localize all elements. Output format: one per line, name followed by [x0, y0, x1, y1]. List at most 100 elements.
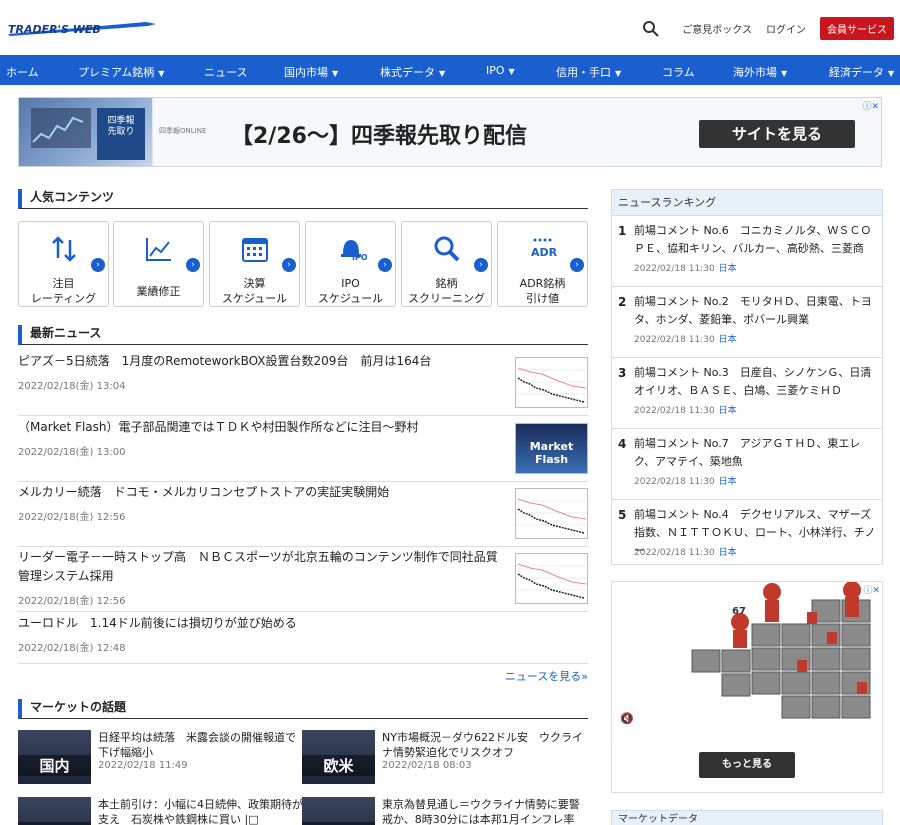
rank-date: 2022/02/18 11:30 [634, 335, 715, 345]
news-title[interactable]: メルカリー続落 ドコモ・メルカリコンセプトストアの実証実験開始 [18, 483, 503, 502]
nav-item-label: 経済データ [829, 66, 884, 79]
chevron-down-icon: ▼ [332, 69, 339, 78]
rank-category[interactable]: 日本 [719, 406, 737, 416]
topic-tag: 欧米 [302, 755, 375, 776]
chevron-down-icon: ▼ [158, 69, 165, 78]
news-item[interactable]: メルカリー続落 ドコモ・メルカリコンセプトストアの実証実験開始 2022/02/1… [18, 483, 588, 547]
rank-date: 2022/02/18 11:30 [634, 548, 715, 558]
rank-date: 2022/02/18 11:30 [634, 406, 715, 416]
mute-icon[interactable]: 🔇 [620, 712, 634, 725]
news-item[interactable]: リーダー電子－一時ストップ高 ＮＢＣスポーツが北京五輪のコンテンツ制作で同社品質… [18, 548, 588, 612]
ipo-bell-icon: IPO [335, 234, 368, 264]
banner-book: 四季報 先取り [97, 108, 145, 160]
nav-item-label: IPO [486, 64, 505, 77]
rank-date-line: 2022/02/18 11:30 日本 [634, 261, 737, 274]
popular-tile-3[interactable]: IPO IPO スケジュール › [305, 221, 396, 307]
topic-item[interactable]: 国内 日経平均は続落 米露会談の開催報道で下げ幅縮小 2022/02/18 11:4… [18, 730, 303, 788]
topic-title[interactable]: 本土前引け：小幅に4日続伸、政策期待が支え 石炭株や鉄鋼株に買い |□ [98, 797, 303, 825]
login-link[interactable]: ログイン [766, 21, 806, 36]
news-item[interactable]: （Market Flash）電子部品関連ではＴＤＫや村田製作所などに注目～野村 2… [18, 418, 588, 482]
feedback-link[interactable]: ご意見ボックス [682, 21, 752, 36]
rank-category[interactable]: 日本 [719, 264, 737, 274]
topic-image: 欧米 [302, 730, 375, 784]
news-title[interactable]: ピアズ－5日続落 1月度のRemoteworkBOX設置台数209台 前月は16… [18, 352, 503, 371]
banner-cta-button[interactable]: サイトを見る [699, 120, 855, 148]
popular-tile-0[interactable]: 注目 レーティング › [18, 221, 109, 307]
nav-item-1[interactable]: プレミアム銘柄 ▼ [78, 64, 164, 80]
topic-title[interactable]: 東京為替見通し＝ウクライナ情勢に要警戒か、8時30分には本邦1月インフレ率 [382, 797, 587, 825]
rank-date: 2022/02/18 11:30 [634, 477, 715, 487]
svg-text:67: 67 [732, 606, 746, 617]
rank-title[interactable]: 前場コメント No.7 アジアＧＴＨＤ、東エレク、アマテイ、築地魚 [634, 435, 876, 471]
nav-item-4[interactable]: 株式データ ▼ [380, 64, 445, 80]
side-ad[interactable]: 67 🔇 もっと見る ⓘ✕ [611, 581, 883, 793]
chevron-down-icon: ▼ [888, 69, 895, 78]
nav-item-8[interactable]: 海外市場 ▼ [733, 64, 787, 80]
ad-close-icon[interactable]: ⓘ✕ [863, 583, 880, 596]
chevron-down-icon: ▼ [781, 69, 788, 78]
topic-item[interactable]: 外国為替東京為替見通し＝ウクライナ情勢に要警戒か、8時30分には本邦1月インフレ… [302, 797, 587, 825]
banner-ad[interactable]: 四季報 先取り 四季報ONLINE 【2/26～】四季報先取り配信 サイトを見る … [18, 97, 882, 167]
news-ranking: ニュースランキング 1 前場コメント No.6 コニカミノルタ、ＷＳＣＯＰＥ、協和… [611, 189, 883, 565]
nav-item-label: 海外市場 [733, 66, 777, 79]
news-thumbnail[interactable] [515, 357, 588, 408]
rank-title[interactable]: 前場コメント No.6 コニカミノルタ、ＷＳＣＯＰＥ、協和キリン、バルカー、高砂… [634, 222, 876, 258]
banner-brand: 四季報ONLINE [159, 127, 207, 135]
ranking-heading: ニュースランキング [612, 190, 882, 216]
news-date: 2022/02/18(金) 12:56 [18, 596, 126, 607]
ranking-item[interactable]: 3 前場コメント No.3 日産自、シノケンＧ、日清オイリオ、ＢＡＳＥ、白鳩、三菱… [612, 358, 882, 429]
news-thumbnail[interactable] [515, 553, 588, 604]
rank-category[interactable]: 日本 [719, 335, 737, 345]
svg-text:TRADER'S WEB: TRADER'S WEB [8, 23, 101, 36]
topic-item[interactable]: アジア本土前引け：小幅に4日続伸、政策期待が支え 石炭株や鉄鋼株に買い |□ [18, 797, 303, 825]
rank-number: 3 [618, 366, 627, 380]
nav-item-5[interactable]: IPO ▼ [486, 64, 515, 77]
nav-item-6[interactable]: 信用・手口 ▼ [556, 64, 621, 80]
nav-item-2[interactable]: ニュース [204, 64, 247, 80]
ranking-item[interactable]: 1 前場コメント No.6 コニカミノルタ、ＷＳＣＯＰＥ、協和キリン、バルカー、高… [612, 216, 882, 287]
ad-choices-icon[interactable]: ⓘ✕ [862, 99, 879, 112]
popular-heading: 人気コンテンツ [18, 189, 588, 209]
site-header: TRADER'S WEB ご意見ボックス ログイン 会員サービス [0, 0, 900, 55]
popular-tile-4[interactable]: 銘柄 スクリーニング › [401, 221, 492, 307]
nav-item-label: コラム [662, 66, 695, 79]
ranking-item[interactable]: 2 前場コメント No.2 モリタＨＤ、日東電、トヨタ、ホンダ、菱鉛筆、ポバール興… [612, 287, 882, 358]
topic-item[interactable]: 欧米 NY市場概況－ダウ622ドル安 ウクライナ情勢緊迫化でリスクオフ 2022/0… [302, 730, 587, 788]
topic-tag: 国内 [18, 755, 91, 776]
news-more-link[interactable]: ニュースを見る» [440, 668, 588, 684]
popular-tile-2[interactable]: 決算 スケジュール › [209, 221, 300, 307]
rank-category[interactable]: 日本 [719, 477, 737, 487]
topic-image: 国内 [18, 730, 91, 784]
topic-title[interactable]: 日経平均は続落 米露会談の開催報道で下げ幅縮小 [98, 730, 303, 760]
line-chart-icon [143, 234, 175, 264]
news-thumbnail[interactable]: Market Flash [515, 423, 588, 474]
rank-title[interactable]: 前場コメント No.2 モリタＨＤ、日東電、トヨタ、ホンダ、菱鉛筆、ポバール興業 [634, 293, 876, 329]
search-icon[interactable] [642, 20, 660, 38]
nav-item-9[interactable]: 経済データ ▼ [829, 64, 894, 80]
news-item[interactable]: ピアズ－5日続落 1月度のRemoteworkBOX設置台数209台 前月は16… [18, 352, 588, 416]
news-title[interactable]: （Market Flash）電子部品関連ではＴＤＫや村田製作所などに注目～野村 [18, 418, 503, 437]
nav-item-7[interactable]: コラム [662, 64, 695, 80]
member-service-button[interactable]: 会員サービス [820, 17, 894, 40]
news-title[interactable]: ユーロドル 1.14ドル前後には損切りが並び始める [18, 614, 588, 633]
nav-item-label: プレミアム銘柄 [78, 66, 155, 79]
rank-title[interactable]: 前場コメント No.3 日産自、シノケンＧ、日清オイリオ、ＢＡＳＥ、白鳩、三菱ケ… [634, 364, 876, 400]
news-date: 2022/02/18(金) 12:48 [18, 643, 126, 654]
popular-tile-1[interactable]: 業績修正 › [113, 221, 204, 307]
news-title[interactable]: リーダー電子－一時ストップ高 ＮＢＣスポーツが北京五輪のコンテンツ制作で同社品質… [18, 548, 503, 586]
topic-date: 2022/02/18 11:49 [98, 760, 188, 771]
news-item[interactable]: ユーロドル 1.14ドル前後には損切りが並び始める 2022/02/18(金) 1… [18, 614, 588, 664]
nav-item-label: 株式データ [380, 66, 435, 79]
see-more-button[interactable]: もっと見る [699, 752, 795, 778]
topic-title[interactable]: NY市場概況－ダウ622ドル安 ウクライナ情勢緊迫化でリスクオフ [382, 730, 587, 760]
popular-tile-5[interactable]: ADR ADR銘柄 引け値 › [497, 221, 588, 307]
nav-item-label: ニュース [204, 66, 248, 79]
rank-category[interactable]: 日本 [719, 548, 737, 558]
chevron-down-icon: ▼ [615, 69, 622, 78]
ranking-item[interactable]: 5 前場コメント No.4 デクセリアルス、マザーズ指数、ＮＩＴＴＯＫＵ、ロート、… [612, 500, 882, 571]
site-logo[interactable]: TRADER'S WEB [6, 16, 156, 40]
ranking-item[interactable]: 4 前場コメント No.7 アジアＧＴＨＤ、東エレク、アマテイ、築地魚 2022/0… [612, 429, 882, 500]
news-thumbnail[interactable] [515, 488, 588, 539]
nav-item-3[interactable]: 国内市場 ▼ [284, 64, 338, 80]
nav-item-0[interactable]: ホーム [6, 64, 39, 80]
